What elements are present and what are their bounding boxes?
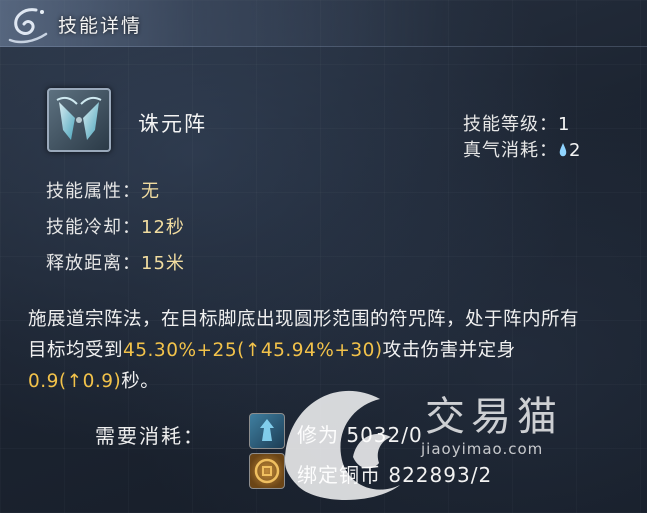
description-text-3: 秒。 [121, 371, 160, 392]
qi-cost-label: 真气消耗： [463, 140, 558, 161]
skill-cooldown-row: 技能冷却：12秒 [46, 213, 185, 239]
cost-label: 需要消耗： [95, 424, 205, 448]
crossed-blades-icon [56, 96, 102, 140]
cultivation-cost: 修为 5032/0 [297, 423, 423, 447]
panel-header: 技能详情 [0, 0, 647, 47]
watermark-brand: 交易猫 [425, 394, 563, 440]
cast-range-value: 15米 [141, 253, 185, 274]
skill-level-label: 技能等级： [463, 114, 558, 135]
watermark-url: jiaoyimao.com [421, 440, 544, 458]
cultivation-icon [249, 413, 285, 449]
skill-icon [47, 88, 111, 152]
skill-cooldown-label: 技能冷却： [46, 217, 141, 238]
qi-droplet-icon [559, 143, 567, 157]
skill-attribute-row: 技能属性：无 [46, 177, 160, 203]
skill-level-value: 1 [558, 114, 571, 135]
bound-copper-cost: 绑定铜币 822893/2 [297, 463, 493, 487]
skill-level-row: 技能等级：1 [463, 110, 570, 136]
root-duration-value: 0.9(↑0.9) [28, 371, 122, 392]
qi-cost-row: 真气消耗： 2 [463, 136, 581, 162]
cast-range-label: 释放距离： [46, 253, 141, 274]
description-text-2: 攻击伤害并定身 [382, 340, 516, 361]
cast-range-row: 释放距离：15米 [46, 249, 185, 275]
skill-attribute-label: 技能属性： [46, 181, 141, 202]
bound-copper-coin-icon [249, 453, 285, 489]
skill-name: 诛元阵 [138, 112, 207, 136]
swirl-ornament-icon [8, 8, 48, 44]
damage-value: 45.30%+25(↑45.94%+30) [123, 340, 383, 361]
skill-cooldown-value: 12秒 [141, 217, 185, 238]
qi-cost-value: 2 [569, 140, 582, 161]
panel-title: 技能详情 [58, 15, 143, 37]
skill-attribute-value: 无 [141, 181, 160, 202]
